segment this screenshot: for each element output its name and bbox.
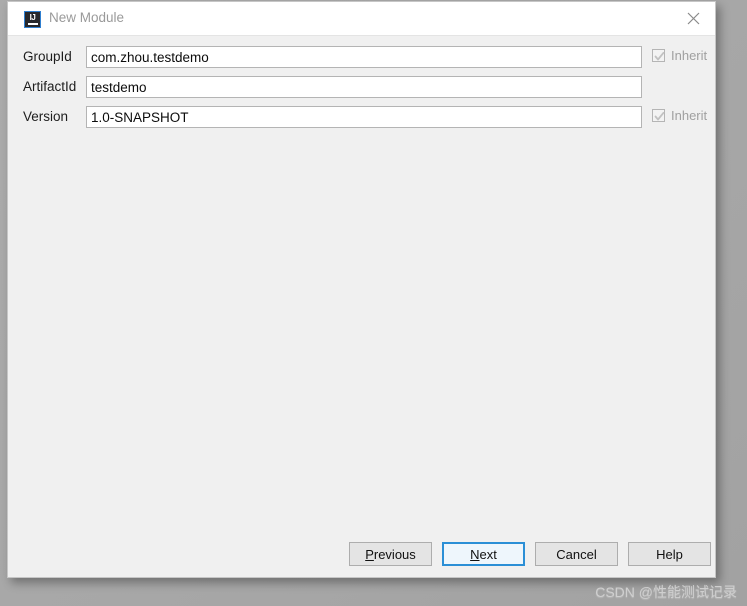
previous-button[interactable]: Previous [349, 542, 432, 566]
version-inherit-checkbox[interactable]: Inherit [652, 108, 707, 123]
groupid-label: GroupId [23, 49, 72, 64]
dialog-button-bar: Previous Next Cancel Help [8, 529, 715, 577]
dialog-title: New Module [49, 10, 125, 25]
version-inherit-label: Inherit [671, 108, 708, 123]
form-row-groupid: GroupId Inherit [8, 46, 715, 68]
intellij-idea-icon-bar [27, 23, 38, 25]
version-input[interactable] [86, 106, 642, 128]
checkbox-checked-icon [652, 49, 665, 62]
desktop-backdrop: IJ New Module GroupId com.zhou.testdemo … [0, 0, 747, 606]
checkbox-checked-icon [652, 109, 665, 122]
form-row-artifactid: ArtifactId [8, 76, 715, 98]
help-button[interactable]: Help [628, 542, 711, 566]
next-button-mnemonic: N [470, 546, 480, 562]
groupid-input[interactable] [86, 46, 642, 68]
artifactid-label: ArtifactId [23, 79, 77, 94]
previous-button-mnemonic: P [365, 546, 374, 562]
intellij-idea-icon-letters: IJ [29, 13, 36, 22]
module-coordinates-form: GroupId Inherit ArtifactId Vers [8, 36, 715, 531]
intellij-idea-icon: IJ [24, 11, 41, 28]
new-module-dialog: IJ New Module GroupId com.zhou.testdemo … [7, 1, 716, 578]
close-icon[interactable] [671, 2, 715, 35]
groupid-inherit-checkbox[interactable]: Inherit [652, 48, 707, 63]
version-label: Version [23, 109, 69, 124]
cancel-button-label: Cancel [556, 546, 597, 562]
dialog-titlebar: IJ New Module [8, 2, 715, 36]
help-button-label: Help [656, 546, 683, 562]
next-button-label: ext [479, 546, 497, 562]
groupid-inherit-label: Inherit [671, 48, 708, 63]
artifactid-input[interactable] [86, 76, 642, 98]
previous-button-label: revious [373, 546, 416, 562]
watermark: CSDN @性能测试记录 [595, 584, 737, 600]
cancel-button[interactable]: Cancel [535, 542, 618, 566]
next-button[interactable]: Next [442, 542, 525, 566]
form-row-version: Version Inherit [8, 106, 715, 128]
